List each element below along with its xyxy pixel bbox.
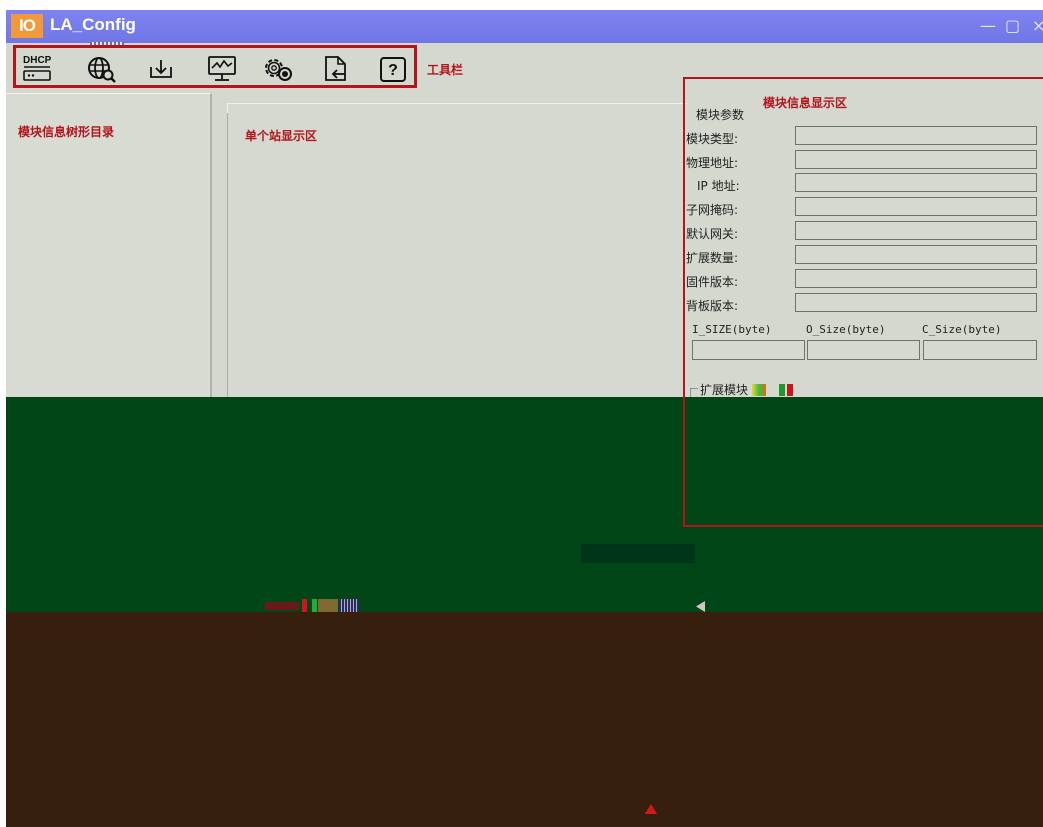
monitor-button[interactable]: [205, 54, 239, 84]
firmware-version-label: 固件版本:: [686, 275, 739, 289]
close-button[interactable]: ×: [1032, 16, 1043, 35]
network-scan-button[interactable]: [85, 54, 119, 84]
render-artifact-button-shadow: [581, 544, 695, 563]
toolbar: DHCP ?: [13, 45, 417, 88]
ip-address-label: IP 地址:: [697, 179, 740, 193]
extension-group-border: [690, 388, 698, 389]
i-size-field[interactable]: [692, 340, 805, 360]
module-info-annotation: 模块信息显示区: [763, 96, 848, 110]
monitor-chart-icon: [208, 56, 236, 81]
extension-count-label: 扩展数量:: [686, 251, 739, 265]
download-icon: [150, 60, 172, 78]
extension-group-label: 扩展模块: [700, 383, 749, 397]
mac-address-label: 物理地址:: [686, 156, 739, 170]
subnet-mask-field[interactable]: [795, 197, 1037, 216]
backplane-version-label: 背板版本:: [686, 299, 739, 313]
subnet-mask-label: 子网掩码:: [686, 203, 739, 217]
file-import-icon: [325, 56, 346, 81]
title-bar[interactable]: IO LA_Config — ▢ ×: [6, 10, 1043, 43]
o-size-field[interactable]: [807, 340, 920, 360]
toolbar-annotation: 工具栏: [427, 63, 464, 77]
single-station-border: [227, 113, 228, 403]
mac-address-field[interactable]: [795, 150, 1037, 169]
app-window: IO LA_Config — ▢ × DHCP ? 工具栏 模块信息树形目录 单…: [6, 10, 1043, 827]
module-type-field[interactable]: [795, 126, 1037, 145]
window-title: LA_Config: [50, 15, 136, 34]
import-button[interactable]: [318, 54, 352, 84]
settings-button[interactable]: [260, 54, 294, 84]
help-icon-glyph: ?: [388, 61, 398, 79]
download-button[interactable]: [144, 54, 178, 84]
default-gateway-field[interactable]: [795, 221, 1037, 240]
render-artifact: [339, 599, 359, 612]
help-button[interactable]: ?: [376, 54, 410, 84]
render-artifact: [312, 599, 317, 612]
render-artifact: [779, 384, 785, 396]
render-artifact: [265, 602, 299, 610]
render-artifact: [302, 599, 307, 612]
render-artifact-brown-region: [6, 612, 1043, 827]
i-size-label: I_SIZE(byte): [692, 323, 772, 336]
ip-address-field[interactable]: [795, 173, 1037, 192]
default-gateway-label: 默认网关:: [686, 227, 739, 241]
help-icon: ?: [380, 56, 406, 82]
render-artifact: [787, 384, 793, 396]
dhcp-icon: DHCP: [22, 55, 54, 82]
render-artifact: [752, 384, 766, 396]
module-type-label: 模块类型:: [686, 132, 739, 146]
render-artifact: [318, 599, 338, 612]
module-info-area-lower: [683, 397, 1043, 527]
app-logo: IO: [11, 14, 43, 38]
minimize-button[interactable]: —: [980, 16, 996, 35]
firmware-version-field[interactable]: [795, 269, 1037, 288]
single-station-panel[interactable]: [227, 103, 687, 403]
gear-icon: [265, 59, 292, 81]
o-size-label: O_Size(byte): [806, 323, 886, 336]
tree-panel-annotation: 模块信息树形目录: [18, 125, 115, 139]
module-params-group-title: 模块参数: [696, 108, 745, 122]
dhcp-button[interactable]: DHCP: [21, 54, 55, 84]
maximize-button[interactable]: ▢: [1005, 16, 1020, 35]
globe-search-icon: [88, 57, 116, 83]
extension-count-field[interactable]: [795, 245, 1037, 264]
backplane-version-field[interactable]: [795, 293, 1037, 312]
c-size-label: C_Size(byte): [922, 323, 1002, 336]
single-station-annotation: 单个站显示区: [245, 129, 318, 143]
c-size-field[interactable]: [923, 340, 1037, 360]
